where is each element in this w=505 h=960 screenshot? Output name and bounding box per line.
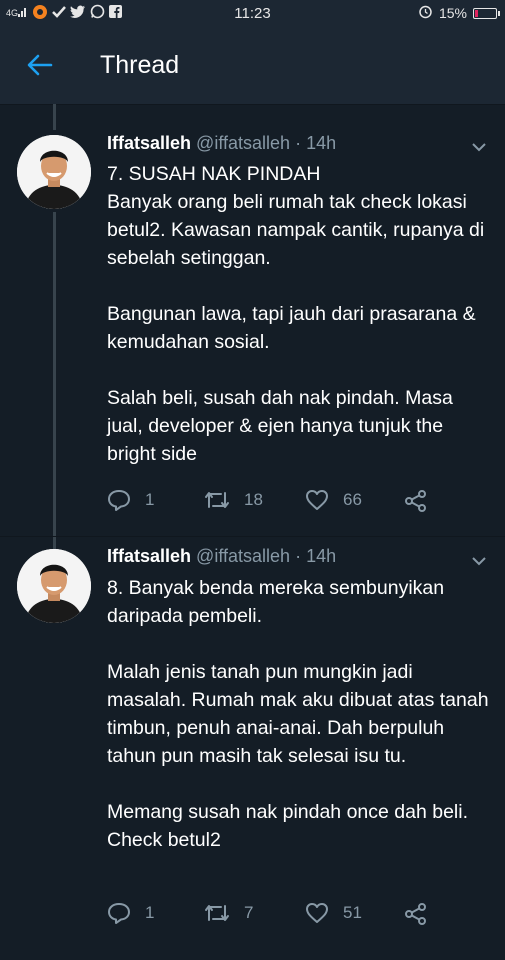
arrow-left-icon xyxy=(27,54,53,76)
status-bar: 4G 11:23 15% xyxy=(0,0,505,26)
retweet-icon xyxy=(205,905,229,921)
avatar[interactable] xyxy=(17,549,91,623)
tweet-header: Iffatsalleh @iffatsalleh · 14h xyxy=(107,133,336,154)
tweet-paragraph: 8. Banyak benda mereka sembunyikan darip… xyxy=(107,577,445,627)
tweet-text: 7. SUSAH NAK PINDAH Banyak orang beli ru… xyxy=(107,160,492,468)
chevron-down-icon[interactable] xyxy=(469,137,489,157)
like-count: 51 xyxy=(343,903,362,922)
author-handle[interactable]: @iffatsalleh xyxy=(196,133,290,153)
share-button[interactable] xyxy=(404,902,428,926)
back-button[interactable] xyxy=(10,35,70,95)
like-button[interactable]: 51 xyxy=(305,902,362,924)
heart-icon xyxy=(306,903,328,923)
tweet-paragraph: 7. SUSAH NAK PINDAH Banyak orang beli ru… xyxy=(107,163,485,269)
battery-icon xyxy=(473,7,500,19)
reply-button[interactable]: 1 xyxy=(107,489,154,511)
tweet-header: Iffatsalleh @iffatsalleh · 14h xyxy=(107,546,336,567)
author-name[interactable]: Iffatsalleh xyxy=(107,133,191,153)
tweet-paragraph: Memang susah nak pindah once dah beli. C… xyxy=(107,801,468,851)
status-right: 15% xyxy=(418,4,500,22)
reply-icon xyxy=(108,903,130,924)
heart-icon xyxy=(306,490,328,510)
share-button[interactable] xyxy=(404,489,428,513)
share-icon xyxy=(405,490,426,512)
reply-icon xyxy=(108,490,130,511)
reply-count: 1 xyxy=(145,490,155,509)
chevron-down-icon[interactable] xyxy=(469,551,489,571)
author-name[interactable]: Iffatsalleh xyxy=(107,546,191,566)
tweet[interactable]: Iffatsalleh @iffatsalleh · 14h 8. Banyak… xyxy=(0,537,505,960)
dot-separator: · xyxy=(295,133,302,153)
tweet-text: 8. Banyak benda mereka sembunyikan darip… xyxy=(107,574,492,854)
alarm-icon xyxy=(418,4,433,22)
app-bar: Thread xyxy=(0,26,505,105)
reply-button[interactable]: 1 xyxy=(107,902,154,924)
like-button[interactable]: 66 xyxy=(305,489,362,511)
user-photo-icon xyxy=(17,549,91,623)
tweet-actions: 1 7 51 xyxy=(107,902,487,932)
tweet-time: 14h xyxy=(306,546,337,566)
retweet-count: 7 xyxy=(244,903,254,922)
battery-level xyxy=(475,9,478,17)
user-photo-icon xyxy=(17,135,91,209)
retweet-button[interactable]: 7 xyxy=(204,902,253,924)
tweet-actions: 1 18 66 xyxy=(107,489,487,519)
tweet-paragraph: Malah jenis tanah pun mungkin jadi masal… xyxy=(107,661,489,767)
battery-percent: 15% xyxy=(438,5,467,21)
avatar[interactable] xyxy=(17,135,91,209)
reply-count: 1 xyxy=(145,903,155,922)
thread-connector xyxy=(53,212,56,536)
retweet-count: 18 xyxy=(244,490,263,509)
author-handle[interactable]: @iffatsalleh xyxy=(196,546,290,566)
tweet-paragraph: Salah beli, susah dah nak pindah. Masa j… xyxy=(107,387,453,465)
dot-separator: · xyxy=(295,546,302,566)
tweet-time: 14h xyxy=(306,133,337,153)
share-icon xyxy=(405,903,426,925)
like-count: 66 xyxy=(343,490,362,509)
tweet-paragraph: Bangunan lawa, tapi jauh dari prasarana … xyxy=(107,303,476,353)
retweet-icon xyxy=(205,492,229,508)
tweet[interactable]: Iffatsalleh @iffatsalleh · 14h 7. SUSAH … xyxy=(0,104,505,536)
thread-connector xyxy=(53,537,56,549)
retweet-button[interactable]: 18 xyxy=(204,489,263,511)
page-title: Thread xyxy=(100,50,180,79)
